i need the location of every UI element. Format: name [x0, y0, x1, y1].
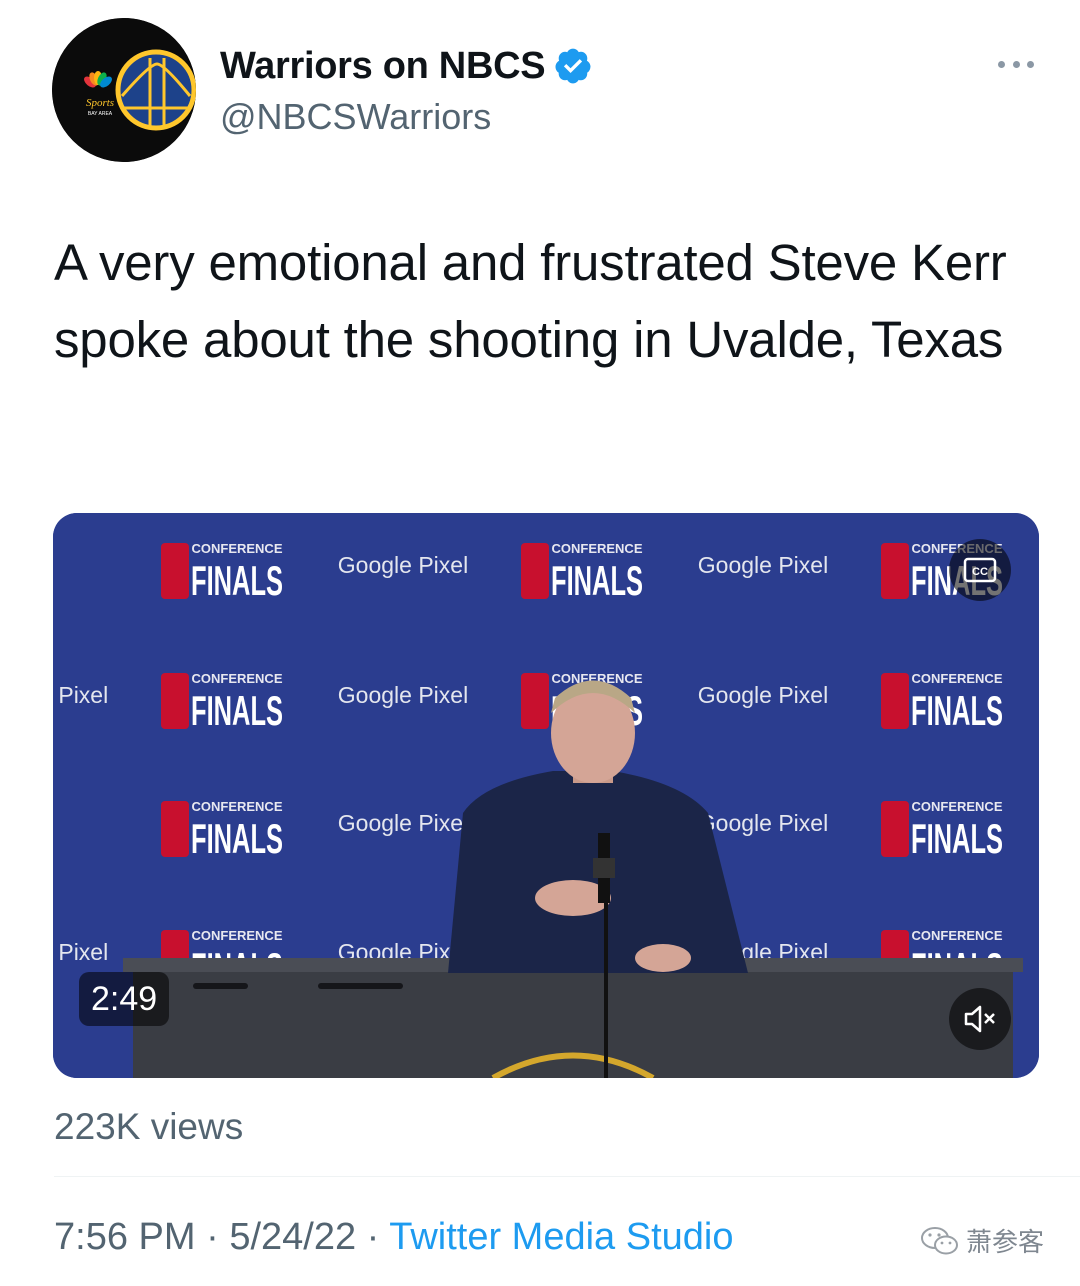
google-pixel-mark: Google Pixel — [338, 552, 468, 578]
nba-shield — [881, 543, 909, 599]
backdrop-event-top: CONFERENCE — [191, 928, 282, 943]
nba-shield — [161, 543, 189, 599]
display-name[interactable]: Warriors on NBCS — [220, 45, 546, 88]
backdrop-sponsor: Google Pixel — [698, 552, 828, 578]
google-pixel-mark: Google Pixel — [338, 810, 468, 836]
svg-text:BAY AREA: BAY AREA — [88, 111, 113, 117]
backdrop-sponsor: Google Pixel — [53, 682, 108, 708]
muted-speaker-icon — [964, 1005, 995, 1033]
backdrop-event-top: CONFERENCE — [911, 928, 1002, 943]
finals-logo-mark: CONFERENCEFINALS — [521, 541, 643, 604]
watermark-text: 萧参客 — [965, 1227, 1044, 1257]
nba-shield — [881, 673, 909, 729]
backdrop-event-top: CONFERENCE — [191, 799, 282, 814]
backdrop-event-bottom: FINALS — [191, 557, 283, 604]
finals-logo-mark: CONFERENCEFINALS — [161, 671, 283, 734]
google-pixel-mark: Google Pixel — [698, 552, 828, 578]
tweet-source-link[interactable]: Twitter Media Studio — [389, 1216, 733, 1258]
account-avatar[interactable]: Sports BAY AREA — [52, 18, 196, 162]
mute-button[interactable] — [949, 988, 1011, 1050]
meta-separator: · — [195, 1216, 230, 1258]
divider — [54, 1176, 1080, 1177]
account-name-row[interactable]: Warriors on NBCS — [220, 42, 593, 90]
backdrop-event-top: CONFERENCE — [911, 671, 1002, 686]
google-pixel-mark: Google Pixel — [698, 682, 828, 708]
finals-logo-mark: CONFERENCEFINALS — [881, 671, 1003, 734]
backdrop-sponsor: Google Pixel — [338, 810, 468, 836]
captions-button[interactable]: CC — [949, 539, 1011, 601]
google-pixel-mark: Google Pixel — [698, 810, 828, 836]
backdrop-event-top: CONFERENCE — [911, 799, 1002, 814]
tweet-time[interactable]: 7:56 PM — [54, 1216, 196, 1258]
backdrop-event-top: CONFERENCE — [551, 541, 642, 556]
backdrop-sponsor: Google Pixel — [698, 682, 828, 708]
account-handle[interactable]: @NBCSWarriors — [220, 96, 491, 138]
google-pixel-mark: Google Pixel — [53, 682, 108, 708]
wechat-watermark: 萧参客 — [920, 1222, 1044, 1259]
view-count: 223K views — [54, 1106, 244, 1147]
google-pixel-mark: Google Pixel — [53, 939, 108, 965]
backdrop-event-bottom: FINALS — [551, 557, 643, 604]
tweet-meta: 7:56 PM · 5/24/22 · Twitter Media Studio — [54, 1216, 733, 1259]
backdrop-event-top: CONFERENCE — [191, 541, 282, 556]
nba-shield — [521, 543, 549, 599]
video-player[interactable]: CONFERENCE FINALS Google Pixel CONFERENCE FI… — [53, 513, 1039, 1078]
nba-shield — [521, 673, 549, 729]
finals-logo-mark: CONFERENCEFINALS — [161, 799, 283, 862]
more-options-icon[interactable] — [998, 52, 1034, 76]
tweet-date[interactable]: 5/24/22 — [229, 1216, 356, 1258]
avatar-sports-text: Sports — [86, 97, 114, 109]
backdrop-sponsor: Google Pixel — [338, 682, 468, 708]
tweet-text: A very emotional and frustrated Steve Ke… — [54, 234, 1007, 368]
warriors-nbc-logo: Sports BAY AREA — [52, 18, 196, 162]
svg-text:CC: CC — [972, 566, 988, 578]
backdrop-event-bottom: FINALS — [191, 815, 283, 862]
verified-badge-icon — [555, 48, 591, 84]
finals-logo-mark: CONFERENCEFINALS — [161, 541, 283, 604]
wechat-icon — [920, 1226, 958, 1254]
backdrop-event-bottom: FINALS — [911, 815, 1003, 862]
closed-captions-icon: CC — [963, 557, 997, 583]
nba-shield — [881, 801, 909, 857]
backdrop-event-bottom: FINALS — [191, 687, 283, 734]
backdrop-sponsor: Google Pixel — [698, 810, 828, 836]
nba-shield — [161, 801, 189, 857]
backdrop-sponsor: Google Pixel — [53, 939, 108, 965]
video-duration: 2:49 — [79, 972, 170, 1026]
backdrop-event-top: CONFERENCE — [191, 671, 282, 686]
press-conference-backdrop: CONFERENCEFINALS Google PixelCONFERENCEFI… — [53, 513, 1039, 1078]
backdrop-event-bottom: FINALS — [911, 687, 1003, 734]
meta-separator: · — [356, 1216, 390, 1258]
nba-shield — [161, 673, 189, 729]
backdrop-sponsor: Google Pixel — [338, 552, 468, 578]
finals-logo-mark: CONFERENCEFINALS — [881, 799, 1003, 862]
google-pixel-mark: Google Pixel — [338, 682, 468, 708]
